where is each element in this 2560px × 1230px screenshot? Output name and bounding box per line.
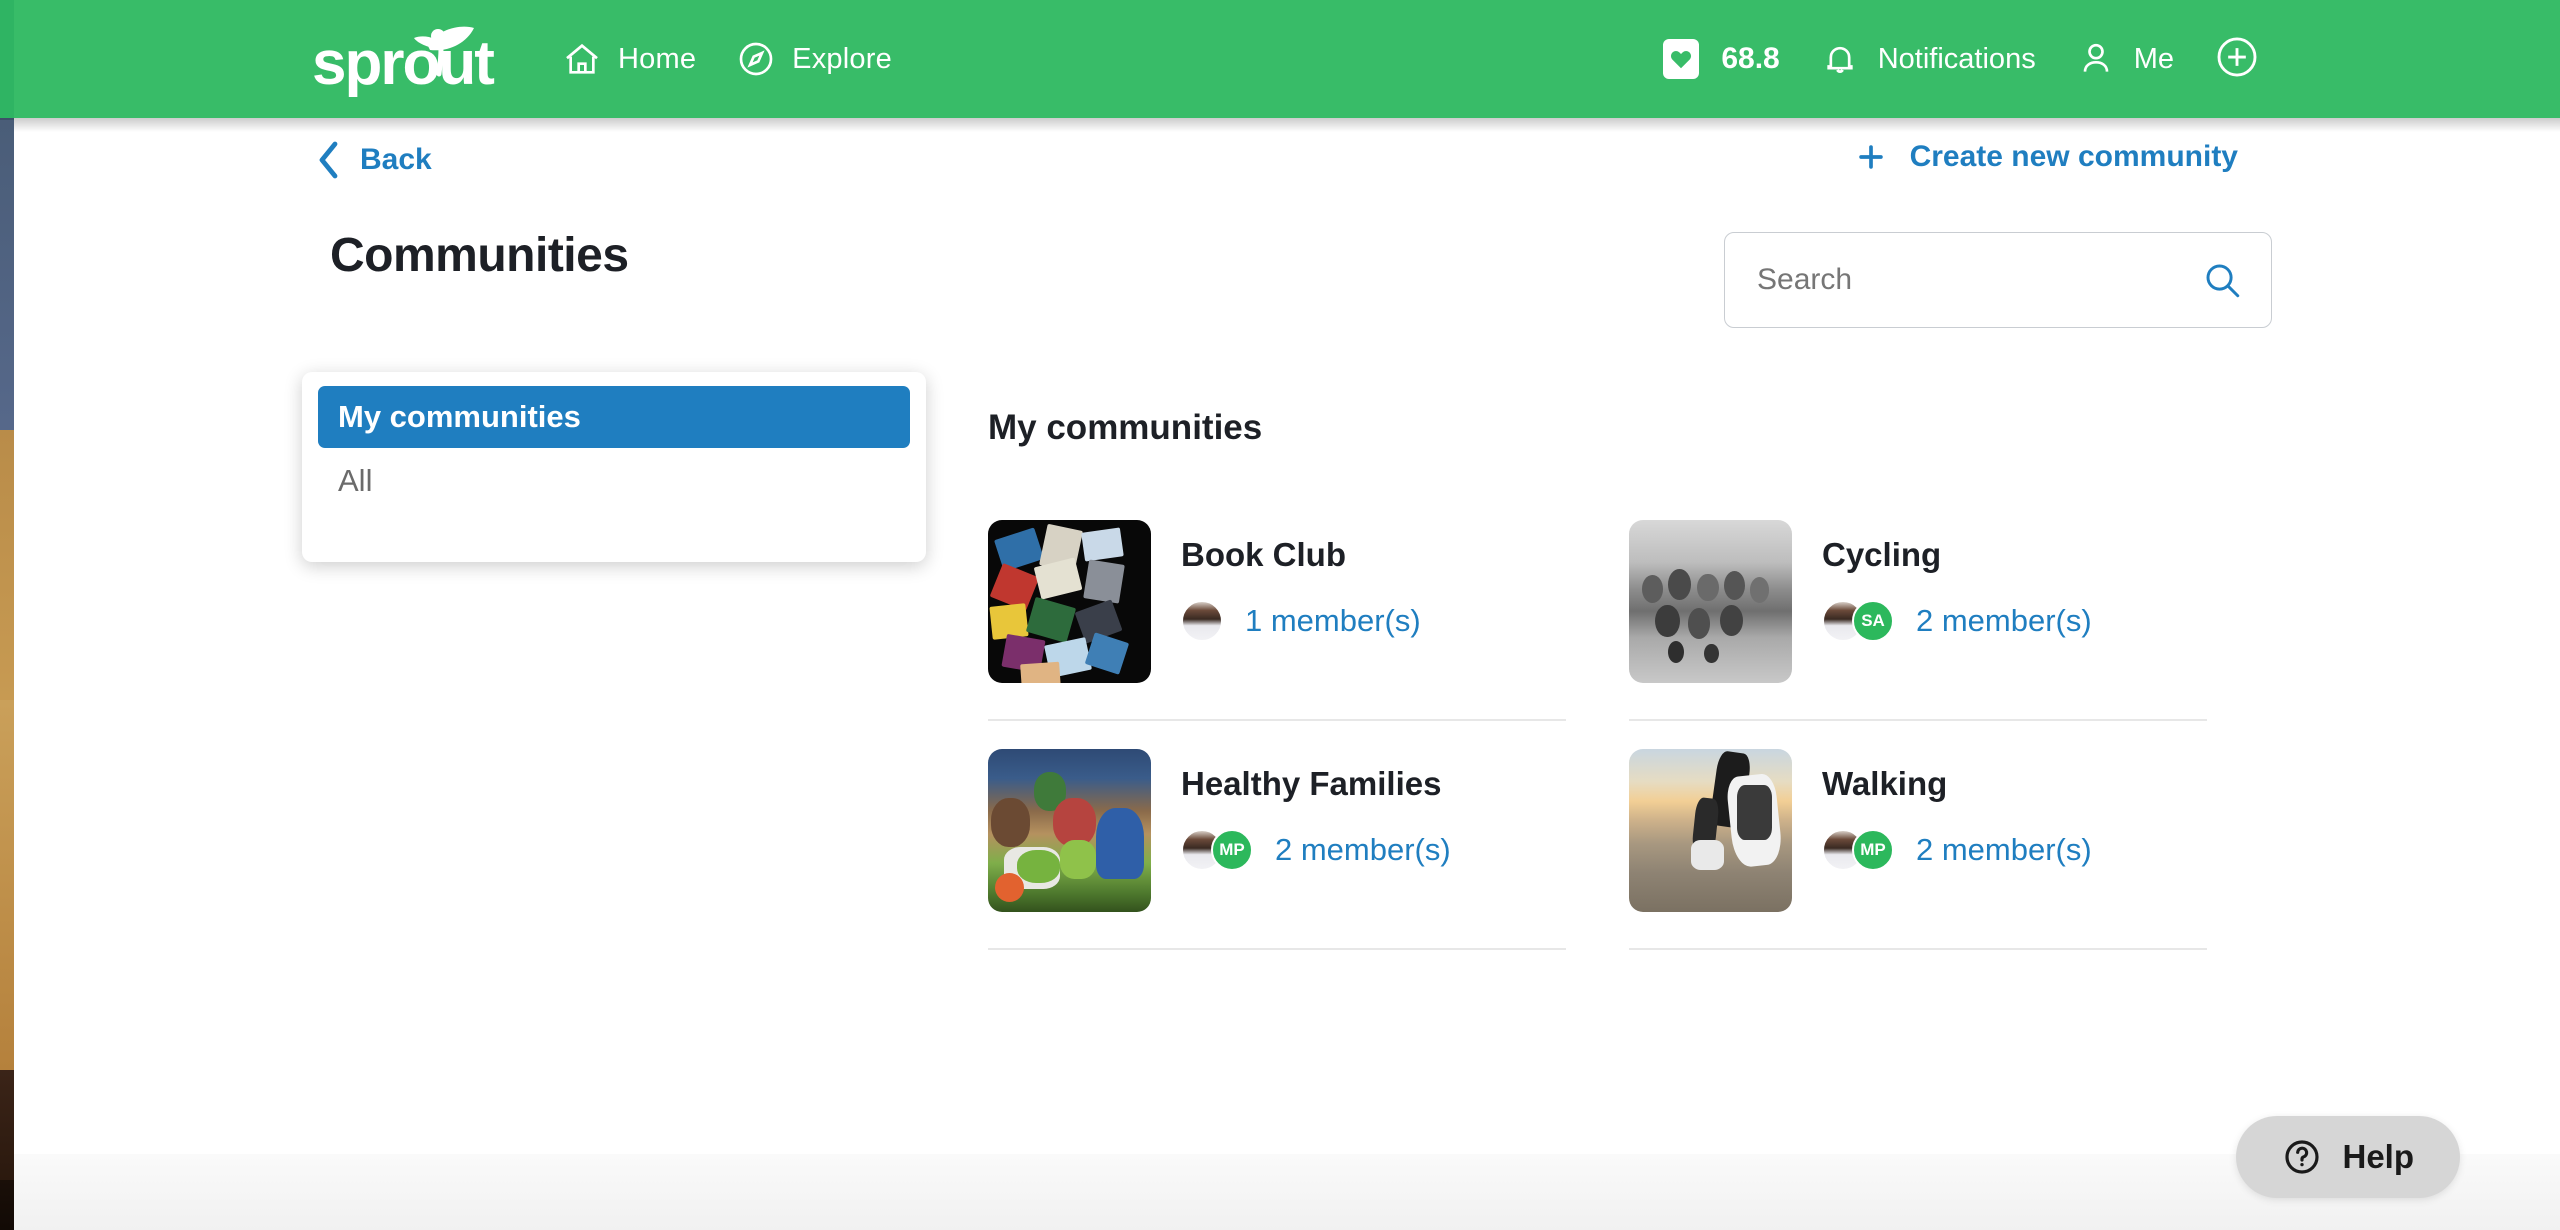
nav-home[interactable]: Home: [562, 39, 696, 79]
community-members[interactable]: MP 2 member(s): [1181, 829, 1451, 871]
community-card[interactable]: Book Club 1 member(s): [988, 520, 1566, 721]
help-label: Help: [2342, 1138, 2414, 1175]
primary-nav: Home Explore: [562, 39, 892, 79]
filter-option-my-communities[interactable]: My communities: [318, 386, 910, 448]
nav-home-label: Home: [618, 42, 697, 75]
community-card[interactable]: Healthy Families MP 2 member(s): [988, 749, 1566, 950]
avatar: [1181, 600, 1223, 642]
nav-explore-label: Explore: [792, 42, 892, 75]
community-name: Book Club: [1181, 536, 1346, 573]
member-count[interactable]: 1 member(s): [1245, 603, 1421, 639]
sprout-logo[interactable]: sprout: [310, 20, 520, 98]
heart-badge-icon: [1663, 39, 1700, 79]
section-title: My communities: [988, 408, 1263, 447]
nav-notifications[interactable]: Notifications: [1820, 39, 2036, 79]
nav-me-label: Me: [2133, 42, 2174, 75]
plus-circle-icon: [2217, 37, 2257, 76]
filter-option-label: All: [338, 463, 373, 498]
help-button[interactable]: Help: [2236, 1116, 2460, 1198]
community-thumbnail: [988, 749, 1151, 912]
points-value: 68.8: [1721, 42, 1780, 75]
compass-icon: [736, 39, 776, 79]
member-count[interactable]: 2 member(s): [1275, 832, 1451, 868]
community-thumbnail: [1629, 749, 1792, 912]
bottom-band: [14, 1154, 2560, 1230]
nav-notifications-label: Notifications: [1877, 42, 2036, 75]
search-input[interactable]: [1757, 263, 2201, 297]
community-name: Cycling: [1822, 536, 1942, 573]
community-card[interactable]: Walking MP 2 member(s): [1629, 749, 2207, 950]
plus-icon: [1858, 145, 1883, 169]
community-card[interactable]: Cycling SA 2 member(s): [1629, 520, 2207, 721]
home-icon: [562, 39, 602, 79]
community-thumbnail: [988, 520, 1151, 683]
nav-explore[interactable]: Explore: [736, 39, 892, 79]
background-page-strip-header: [0, 0, 14, 118]
community-name: Walking: [1822, 765, 1948, 802]
search-icon[interactable]: [2201, 259, 2243, 301]
person-icon: [2076, 39, 2116, 79]
svg-text:sprout: sprout: [312, 29, 494, 98]
filter-option-all[interactable]: All: [318, 450, 910, 512]
search-box[interactable]: [1724, 232, 2272, 328]
back-button[interactable]: Back: [316, 140, 432, 180]
community-thumbnail: [1629, 520, 1792, 683]
community-name: Healthy Families: [1181, 765, 1442, 802]
create-new-community-button[interactable]: Create new community: [1854, 140, 2238, 174]
communities-grid: Book Club 1 member(s) Cycling SA 2 membe…: [988, 520, 2208, 978]
member-avatars: [1181, 600, 1223, 642]
app-screen: sprout Home Explore 68.8 Notifications M…: [0, 0, 2560, 1230]
points-indicator[interactable]: 68.8: [1663, 39, 1780, 79]
chevron-left-icon: [319, 141, 338, 179]
community-members[interactable]: 1 member(s): [1181, 600, 1421, 642]
page-title: Communities: [330, 229, 629, 282]
create-new-community-label: Create new community: [1909, 140, 2238, 173]
community-members[interactable]: MP 2 member(s): [1822, 829, 2092, 871]
top-navigation-bar: sprout Home Explore 68.8 Notifications M…: [0, 0, 2560, 118]
back-label: Back: [360, 143, 432, 176]
avatar-initials: MP: [1211, 829, 1253, 871]
filter-option-label: My communities: [338, 399, 581, 434]
member-count[interactable]: 2 member(s): [1916, 832, 2092, 868]
community-members[interactable]: SA 2 member(s): [1822, 600, 2092, 642]
bell-icon: [1820, 39, 1860, 79]
member-count[interactable]: 2 member(s): [1916, 603, 2092, 639]
avatar-initials: SA: [1852, 600, 1894, 642]
member-avatars: MP: [1181, 829, 1253, 871]
member-avatars: SA: [1822, 600, 1894, 642]
topbar-shadow: [0, 118, 2560, 132]
avatar-initials: MP: [1852, 829, 1894, 871]
secondary-nav: 68.8 Notifications Me: [1663, 34, 2260, 85]
nav-me[interactable]: Me: [2076, 39, 2174, 79]
member-avatars: MP: [1822, 829, 1894, 871]
question-circle-icon: [2285, 1140, 2320, 1174]
background-page-strip: [0, 0, 14, 1230]
filter-dropdown[interactable]: My communities All: [302, 372, 926, 562]
add-button[interactable]: [2214, 34, 2260, 85]
